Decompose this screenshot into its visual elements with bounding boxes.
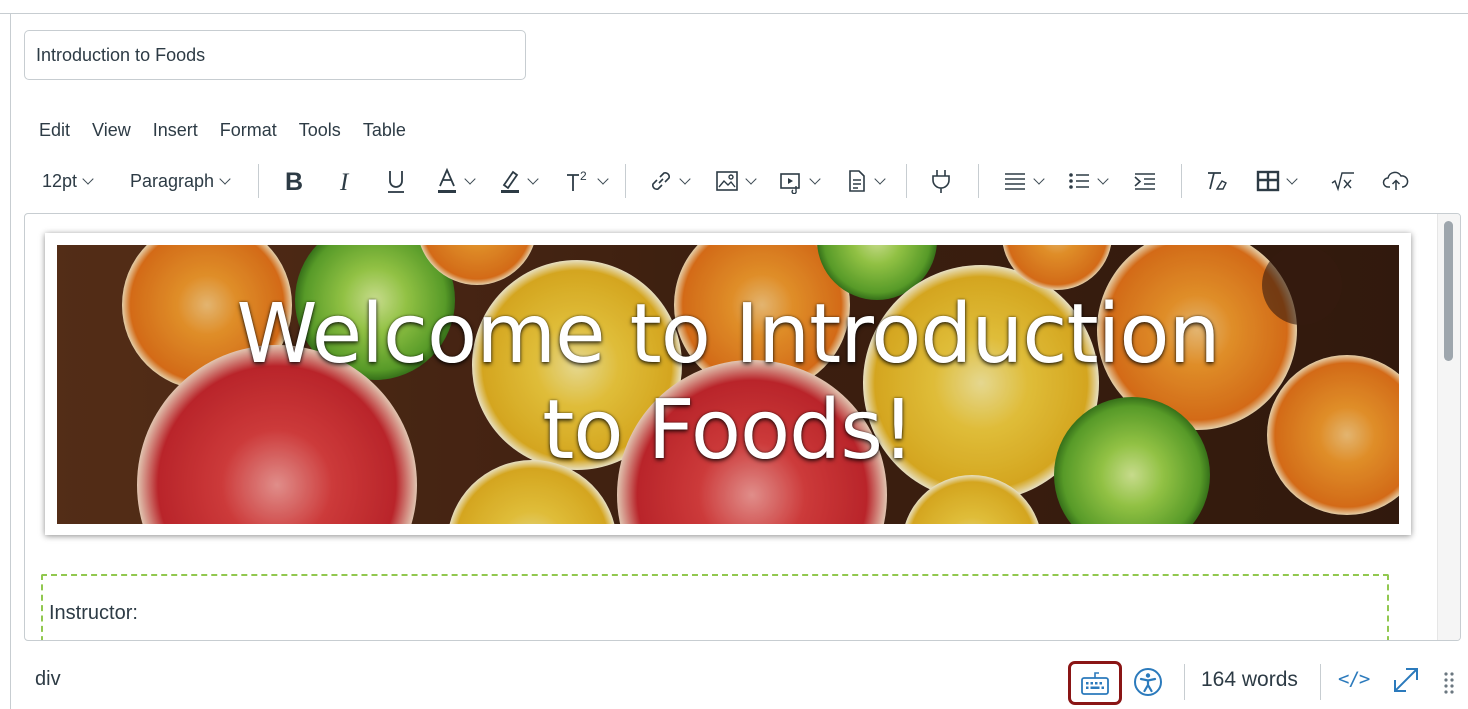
toolbar-separator	[906, 164, 907, 198]
editor-left-border	[10, 13, 11, 709]
list-button[interactable]	[1066, 162, 1109, 200]
highlight-button[interactable]	[498, 162, 539, 200]
superscript-button[interactable]: 2	[564, 162, 609, 200]
word-count: 164 words	[1201, 668, 1298, 691]
underline-button[interactable]	[384, 162, 408, 200]
banner-title: Welcome to Introduction to Foods!	[57, 287, 1399, 479]
indent-icon	[1134, 173, 1155, 190]
statusbar-separator	[1320, 664, 1321, 700]
font-size-dropdown[interactable]: 12pt	[42, 162, 94, 200]
menu-tools[interactable]: Tools	[288, 120, 352, 141]
indent-button[interactable]	[1132, 162, 1158, 200]
media-icon	[780, 173, 800, 194]
media-button[interactable]	[778, 162, 821, 200]
cloud-upload-icon	[1382, 171, 1409, 190]
bold-button[interactable]: B	[282, 162, 306, 200]
banner-image-frame: Welcome to Introduction to Foods!	[45, 233, 1411, 535]
list-icon	[1069, 173, 1089, 189]
accessibility-checker-button[interactable]	[1133, 667, 1163, 697]
html-editor-button[interactable]: </>	[1338, 668, 1370, 690]
table-button[interactable]	[1255, 162, 1298, 200]
chevron-down-icon	[464, 172, 476, 185]
menu-edit[interactable]: Edit	[28, 120, 81, 141]
banner-title-line-1: Welcome to Introduction	[236, 287, 1220, 382]
equation-icon	[1331, 172, 1354, 192]
plugin-button[interactable]	[928, 162, 954, 200]
editor-content-area[interactable]: Welcome to Introduction to Foods! Instru…	[24, 213, 1461, 641]
document-button[interactable]	[845, 162, 886, 200]
clear-format-button[interactable]	[1204, 162, 1230, 200]
editor-statusbar: div 164 words </>	[0, 650, 1468, 709]
statusbar-separator	[1184, 664, 1185, 700]
link-icon	[652, 172, 670, 190]
bold-icon: B	[285, 168, 303, 194]
table-icon	[1256, 170, 1280, 192]
cloud-upload-button[interactable]	[1382, 162, 1410, 200]
link-button[interactable]	[648, 162, 691, 200]
text-color-icon	[438, 167, 456, 193]
banner-image[interactable]: Welcome to Introduction to Foods!	[57, 245, 1399, 524]
chevron-down-icon	[874, 172, 886, 185]
editor-scrollbar[interactable]	[1437, 214, 1460, 640]
editor-menubar: Edit View Insert Format Tools Table	[28, 116, 417, 144]
italic-icon: I	[339, 169, 350, 194]
svg-text:B: B	[285, 168, 303, 194]
underline-icon	[388, 171, 404, 193]
svg-text:2: 2	[580, 169, 587, 183]
scrollbar-thumb[interactable]	[1444, 221, 1453, 361]
italic-button[interactable]: I	[335, 162, 359, 200]
align-icon	[1005, 173, 1025, 190]
editor-top-border	[0, 13, 1468, 14]
align-button[interactable]	[1002, 162, 1045, 200]
menu-view[interactable]: View	[81, 120, 142, 141]
chevron-down-icon	[745, 172, 757, 185]
menu-format[interactable]: Format	[209, 120, 288, 141]
superscript-icon: 2	[567, 169, 587, 191]
chevron-down-icon	[1286, 172, 1298, 185]
resize-handle[interactable]	[1443, 671, 1455, 695]
editor-toolbar: 12pt Paragraph B I 2	[30, 162, 1420, 200]
toolbar-separator	[1181, 164, 1182, 198]
keyboard-shortcuts-button[interactable]	[1068, 661, 1122, 705]
instructor-section[interactable]: Instructor:	[41, 574, 1389, 640]
drag-handle-icon	[1444, 672, 1454, 694]
toolbar-separator	[258, 164, 259, 198]
block-format-dropdown[interactable]: Paragraph	[130, 162, 231, 200]
svg-text:I: I	[339, 169, 350, 194]
chevron-down-icon	[527, 172, 539, 185]
fullscreen-button[interactable]	[1391, 665, 1421, 695]
image-button[interactable]	[714, 162, 757, 200]
text-color-button[interactable]	[435, 162, 476, 200]
accessibility-icon	[1134, 668, 1162, 696]
menu-insert[interactable]: Insert	[142, 120, 209, 141]
keyboard-icon	[1081, 672, 1109, 695]
document-icon	[849, 170, 865, 192]
chevron-down-icon	[809, 172, 821, 185]
image-icon	[716, 171, 738, 191]
menu-table[interactable]: Table	[352, 120, 417, 141]
page-title-input[interactable]	[24, 30, 526, 80]
chevron-down-icon	[1033, 172, 1045, 185]
chevron-down-icon	[82, 172, 94, 185]
clear-format-icon	[1208, 172, 1227, 190]
instructor-label: Instructor:	[49, 602, 138, 624]
plugin-icon	[932, 170, 950, 193]
font-size-value: 12pt	[42, 170, 78, 191]
fullscreen-icon	[1394, 668, 1418, 692]
chevron-down-icon	[597, 172, 609, 185]
chevron-down-icon	[219, 172, 231, 185]
banner-title-line-2: to Foods!	[542, 383, 915, 478]
chevron-down-icon	[1097, 172, 1109, 185]
element-path[interactable]: div	[35, 668, 61, 691]
toolbar-separator	[978, 164, 979, 198]
toolbar-separator	[625, 164, 626, 198]
block-format-value: Paragraph	[130, 170, 215, 191]
highlight-icon	[501, 170, 519, 193]
equation-button[interactable]	[1330, 162, 1356, 200]
chevron-down-icon	[679, 172, 691, 185]
